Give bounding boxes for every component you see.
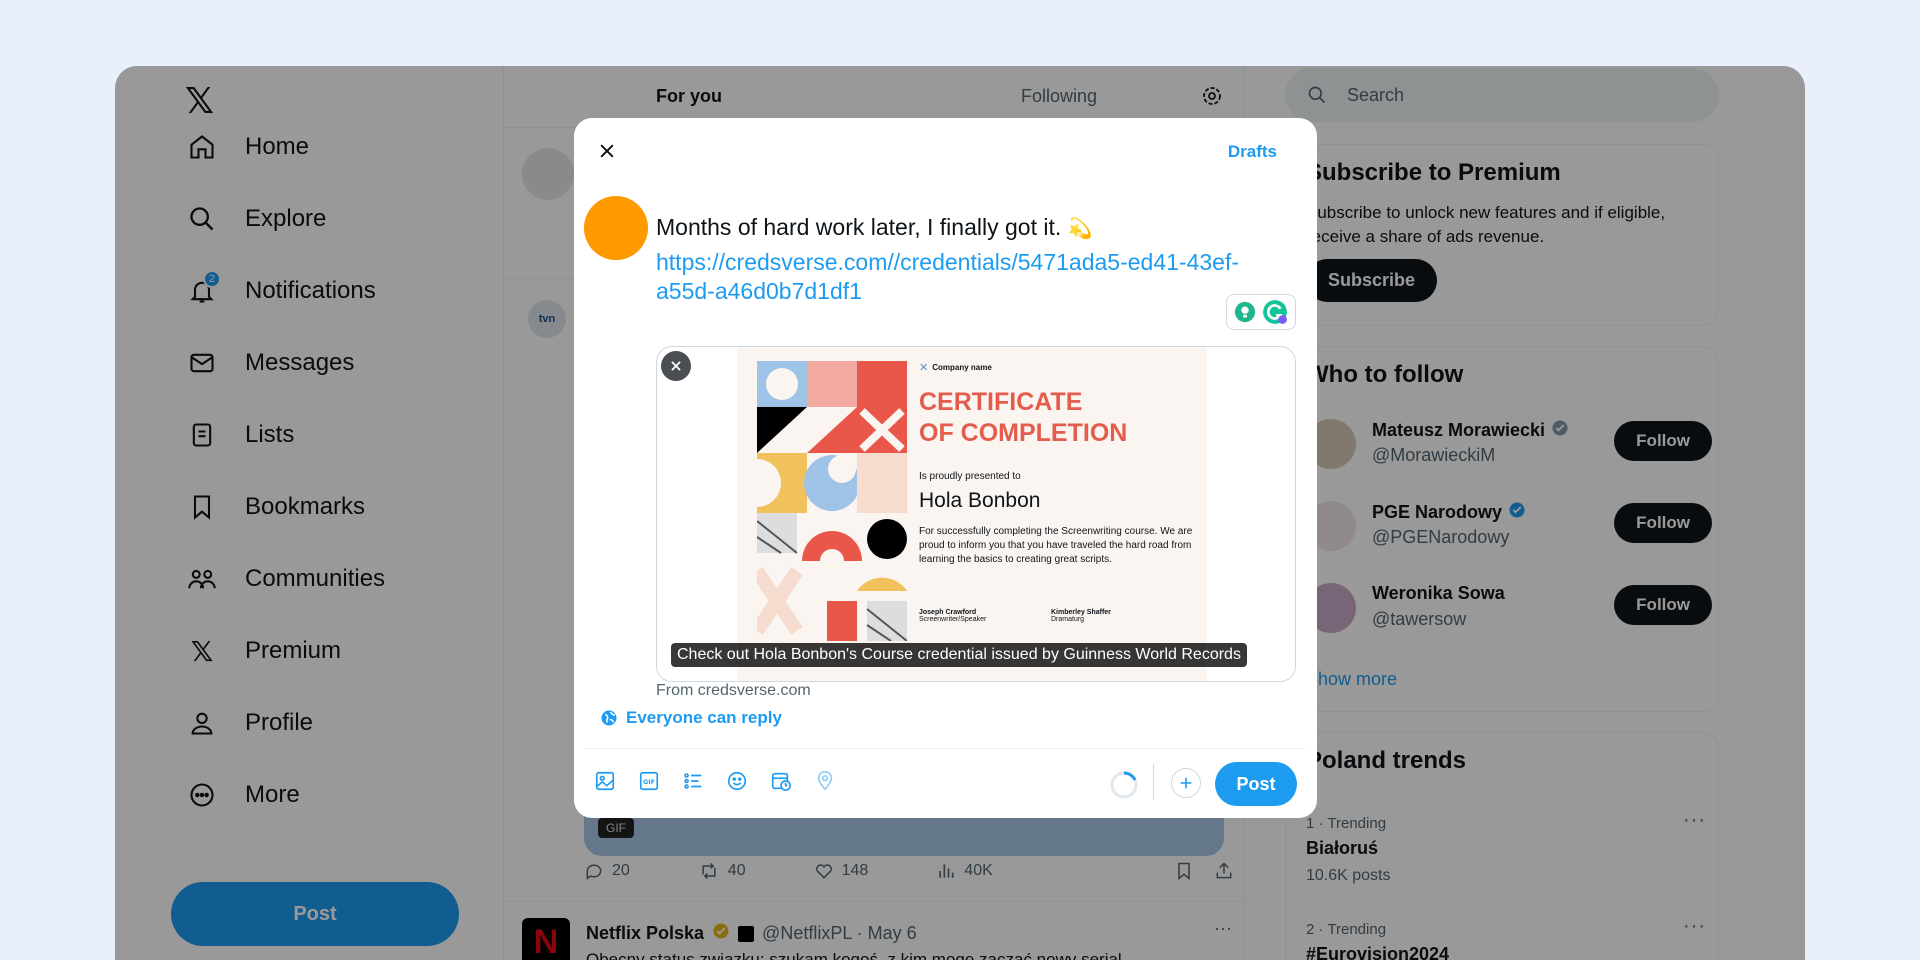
certificate-title-line2: OF COMPLETION bbox=[919, 419, 1128, 447]
certificate-pattern bbox=[757, 361, 907, 641]
signer-role: Screenwriter/Speaker bbox=[919, 616, 987, 623]
link-card[interactable]: ✕ Company name CERTIFICATE OF COMPLETION… bbox=[656, 346, 1296, 682]
x-logo-icon: ✕ bbox=[919, 362, 929, 374]
post-button[interactable]: Post bbox=[1215, 762, 1297, 806]
location-icon[interactable] bbox=[814, 770, 836, 792]
character-progress-ring bbox=[1110, 771, 1138, 799]
toolbar-separator bbox=[1153, 764, 1154, 800]
compose-toolbar: GIF bbox=[594, 770, 836, 792]
extension-badges[interactable] bbox=[1226, 294, 1296, 330]
card-source: From credsverse.com bbox=[656, 682, 811, 699]
reply-setting-label: Everyone can reply bbox=[626, 708, 782, 727]
toolbar-divider bbox=[584, 748, 1307, 749]
certificate-title-line1: CERTIFICATE bbox=[919, 388, 1083, 416]
image-icon[interactable] bbox=[594, 770, 616, 792]
certificate-recipient: Hola Bonbon bbox=[919, 489, 1041, 512]
certificate-company: ✕ Company name bbox=[919, 361, 992, 374]
signer-name: Kimberley Shaffer bbox=[1051, 609, 1111, 616]
avatar bbox=[584, 196, 648, 260]
certificate-company-label: Company name bbox=[932, 363, 992, 372]
card-caption: Check out Hola Bonbon's Course credentia… bbox=[671, 643, 1247, 667]
close-icon bbox=[600, 144, 614, 158]
compose-text-body: Months of hard work later, I finally got… bbox=[656, 214, 1062, 240]
certificate-signer: Kimberley Shaffer Dramaturg bbox=[1051, 609, 1111, 623]
svg-text:GIF: GIF bbox=[643, 778, 655, 786]
plus-icon bbox=[1180, 777, 1192, 789]
close-button[interactable] bbox=[590, 134, 624, 168]
poll-icon[interactable] bbox=[682, 770, 704, 792]
reply-setting[interactable]: Everyone can reply bbox=[600, 708, 782, 728]
compose-modal: Drafts Months of hard work later, I fina… bbox=[574, 118, 1317, 818]
add-post-button[interactable] bbox=[1171, 768, 1201, 798]
certificate-description: For successfully completing the Screenwr… bbox=[919, 526, 1193, 565]
drafts-button[interactable]: Drafts bbox=[1228, 142, 1277, 162]
remove-card-button[interactable] bbox=[661, 351, 691, 381]
certificate-image: ✕ Company name CERTIFICATE OF COMPLETION… bbox=[737, 347, 1207, 681]
compose-link[interactable]: https://credsverse.com//credentials/5471… bbox=[656, 248, 1276, 306]
emoji-icon[interactable] bbox=[726, 770, 748, 792]
certificate-presented: Is proudly presented to bbox=[919, 471, 1021, 482]
schedule-icon[interactable] bbox=[770, 770, 792, 792]
grammarly-icon bbox=[1263, 300, 1288, 324]
certificate-signer: Joseph Crawford Screenwriter/Speaker bbox=[919, 609, 986, 623]
compose-text[interactable]: Months of hard work later, I finally got… bbox=[656, 214, 1093, 241]
sparkle-emoji: 💫 bbox=[1067, 218, 1093, 240]
close-icon bbox=[671, 361, 681, 371]
signer-role: Dramaturg bbox=[1051, 616, 1085, 623]
globe-icon bbox=[601, 710, 617, 726]
signer-name: Joseph Crawford bbox=[919, 609, 977, 616]
gif-icon[interactable]: GIF bbox=[638, 770, 660, 792]
certificate-title: CERTIFICATE OF COMPLETION bbox=[919, 387, 1127, 449]
lightbulb-icon bbox=[1234, 301, 1255, 323]
